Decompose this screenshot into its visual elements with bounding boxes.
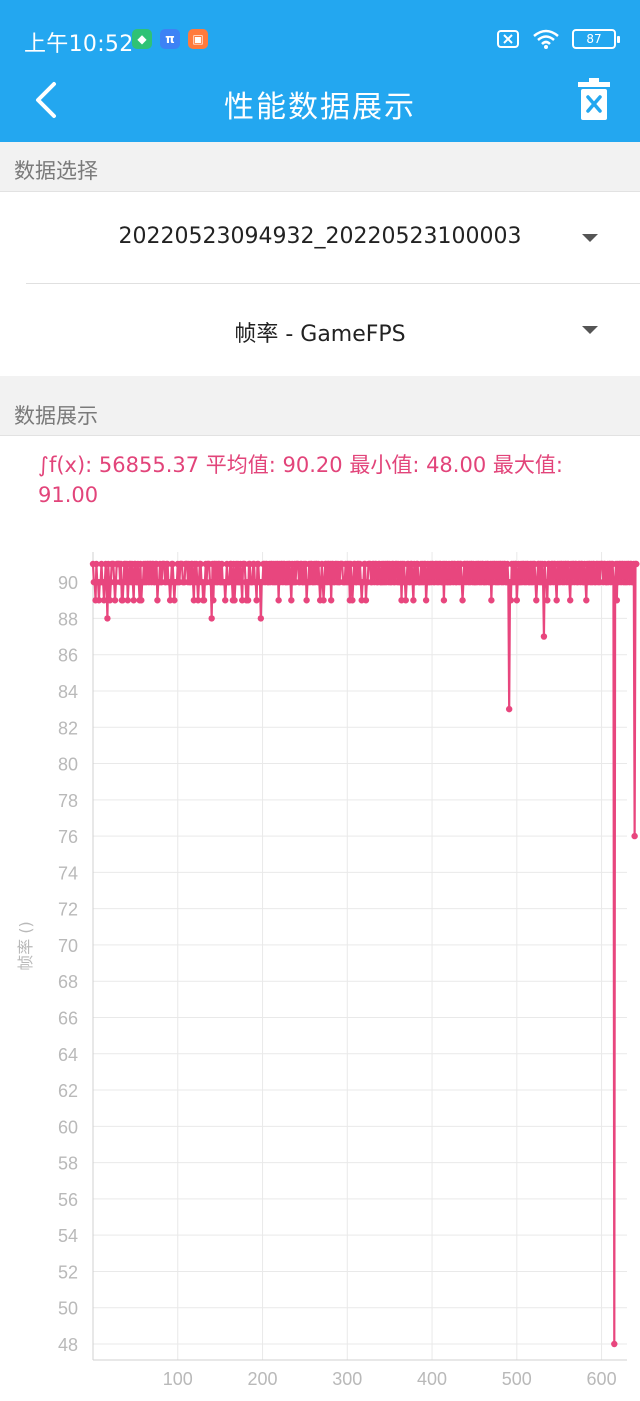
data-point bbox=[513, 597, 521, 604]
y-tick-label: 84 bbox=[58, 682, 78, 702]
data-point bbox=[440, 597, 448, 604]
status-time: 上午10:52 bbox=[24, 32, 134, 57]
data-point bbox=[327, 597, 335, 604]
data-point bbox=[459, 597, 466, 604]
dropdown-arrow-icon bbox=[582, 234, 598, 242]
chart-grid bbox=[93, 552, 627, 1360]
data-point bbox=[253, 597, 260, 604]
data-point bbox=[210, 597, 217, 604]
data-point bbox=[138, 597, 145, 604]
session-dropdown[interactable]: 20220523094932_20220523100003 bbox=[0, 192, 640, 284]
data-point bbox=[567, 597, 574, 604]
y-tick-label: 86 bbox=[58, 646, 78, 666]
y-tick-label: 70 bbox=[58, 936, 78, 956]
y-tick-label: 64 bbox=[58, 1045, 78, 1065]
data-point bbox=[629, 578, 637, 586]
sim-off-icon bbox=[497, 30, 519, 48]
y-tick-label: 66 bbox=[58, 1008, 78, 1028]
series-line bbox=[91, 562, 637, 1346]
delete-icon[interactable] bbox=[578, 78, 610, 120]
data-point bbox=[488, 597, 495, 604]
data-point bbox=[275, 597, 282, 604]
status-bar: 上午10:52 ◆ π ▣ 87 bbox=[0, 0, 640, 60]
data-point bbox=[320, 597, 327, 604]
y-tick-label: 58 bbox=[58, 1154, 78, 1174]
y-tick-label: 52 bbox=[58, 1262, 78, 1282]
data-point bbox=[633, 560, 640, 568]
mi-app-icon: ▣ bbox=[188, 29, 208, 49]
notification-icons: ◆ π ▣ bbox=[132, 29, 208, 49]
y-tick-label: 68 bbox=[58, 972, 78, 992]
dropdown-arrow-icon bbox=[582, 326, 598, 334]
y-tick-label: 74 bbox=[58, 863, 78, 883]
data-point bbox=[540, 633, 548, 640]
y-tick-label: 82 bbox=[58, 718, 78, 738]
x-tick-label: 600 bbox=[587, 1369, 617, 1389]
y-axis-label: 帧率 () bbox=[16, 921, 35, 971]
page-title: 性能数据展示 bbox=[224, 90, 416, 125]
data-point bbox=[544, 597, 551, 604]
chart-series bbox=[89, 560, 640, 1348]
y-tick-label: 54 bbox=[58, 1226, 78, 1246]
data-display-header: 数据展示 bbox=[0, 376, 640, 436]
y-tick-label: 90 bbox=[58, 573, 78, 593]
data-point bbox=[402, 597, 409, 604]
chart-axes: 48 50 52 54 56 58 60 62 64 66 68 70 72 74 76 78 80 82 84 86… bbox=[16, 552, 627, 1401]
y-tick-label: 56 bbox=[58, 1190, 78, 1210]
data-point bbox=[111, 597, 119, 604]
data-point bbox=[553, 597, 560, 604]
y-tick-label: 72 bbox=[58, 900, 78, 920]
x-tick-label: 200 bbox=[248, 1369, 278, 1389]
data-point bbox=[631, 832, 638, 840]
data-point bbox=[288, 597, 295, 604]
system-icons: 87 bbox=[496, 28, 620, 50]
data-point bbox=[611, 1340, 618, 1348]
session-dropdown-value: 20220523094932_20220523100003 bbox=[118, 224, 522, 249]
data-point bbox=[104, 615, 111, 622]
data-point bbox=[222, 597, 229, 604]
x-tick-label: 300 bbox=[332, 1369, 362, 1389]
data-point bbox=[583, 597, 590, 604]
data-point bbox=[303, 597, 310, 604]
data-point bbox=[507, 597, 515, 604]
y-tick-label: 50 bbox=[58, 1299, 78, 1319]
data-point bbox=[505, 705, 513, 713]
data-point bbox=[100, 597, 108, 604]
battery-indicator: 87 bbox=[572, 29, 620, 49]
pi-app-icon: π bbox=[160, 29, 180, 49]
data-point bbox=[533, 597, 540, 604]
data-point bbox=[349, 597, 356, 604]
data-point bbox=[130, 597, 137, 604]
shield-app-icon: ◆ bbox=[132, 29, 152, 49]
data-point bbox=[362, 597, 370, 604]
app-bar: 性能数据展示 bbox=[0, 60, 640, 142]
y-tick-label: 80 bbox=[58, 755, 78, 775]
data-select-header: 数据选择 bbox=[0, 142, 640, 192]
data-point bbox=[154, 597, 161, 604]
data-point bbox=[410, 597, 417, 604]
y-tick-label: 60 bbox=[58, 1117, 78, 1137]
data-point bbox=[244, 597, 252, 604]
y-tick-label: 48 bbox=[58, 1335, 78, 1355]
fps-line-chart: 48 50 52 54 56 58 60 62 64 66 68 70 72 74 76 78 80 82 84 86… bbox=[16, 552, 640, 1401]
data-point bbox=[200, 597, 208, 604]
wifi-icon bbox=[533, 29, 559, 49]
data-point bbox=[257, 615, 265, 622]
metric-dropdown-value: 帧率 - GameFPS bbox=[234, 322, 406, 347]
data-point bbox=[231, 597, 238, 604]
summary-stats: ∫f(x): 56855.37 平均值: 90.20 最小值: 48.00 最大… bbox=[38, 453, 563, 507]
y-tick-label: 78 bbox=[58, 791, 78, 811]
x-tick-label: 100 bbox=[163, 1369, 193, 1389]
y-tick-label: 62 bbox=[58, 1081, 78, 1101]
data-point bbox=[208, 615, 215, 622]
y-tick-label: 76 bbox=[58, 827, 78, 847]
x-tick-label: 400 bbox=[417, 1369, 447, 1389]
data-point bbox=[124, 597, 131, 604]
x-tick-label: 500 bbox=[502, 1369, 532, 1389]
y-tick-label: 88 bbox=[58, 609, 78, 629]
data-point bbox=[422, 597, 430, 604]
data-point bbox=[171, 597, 178, 604]
metric-dropdown[interactable]: 帧率 - GameFPS bbox=[0, 284, 640, 376]
data-point bbox=[613, 597, 621, 604]
